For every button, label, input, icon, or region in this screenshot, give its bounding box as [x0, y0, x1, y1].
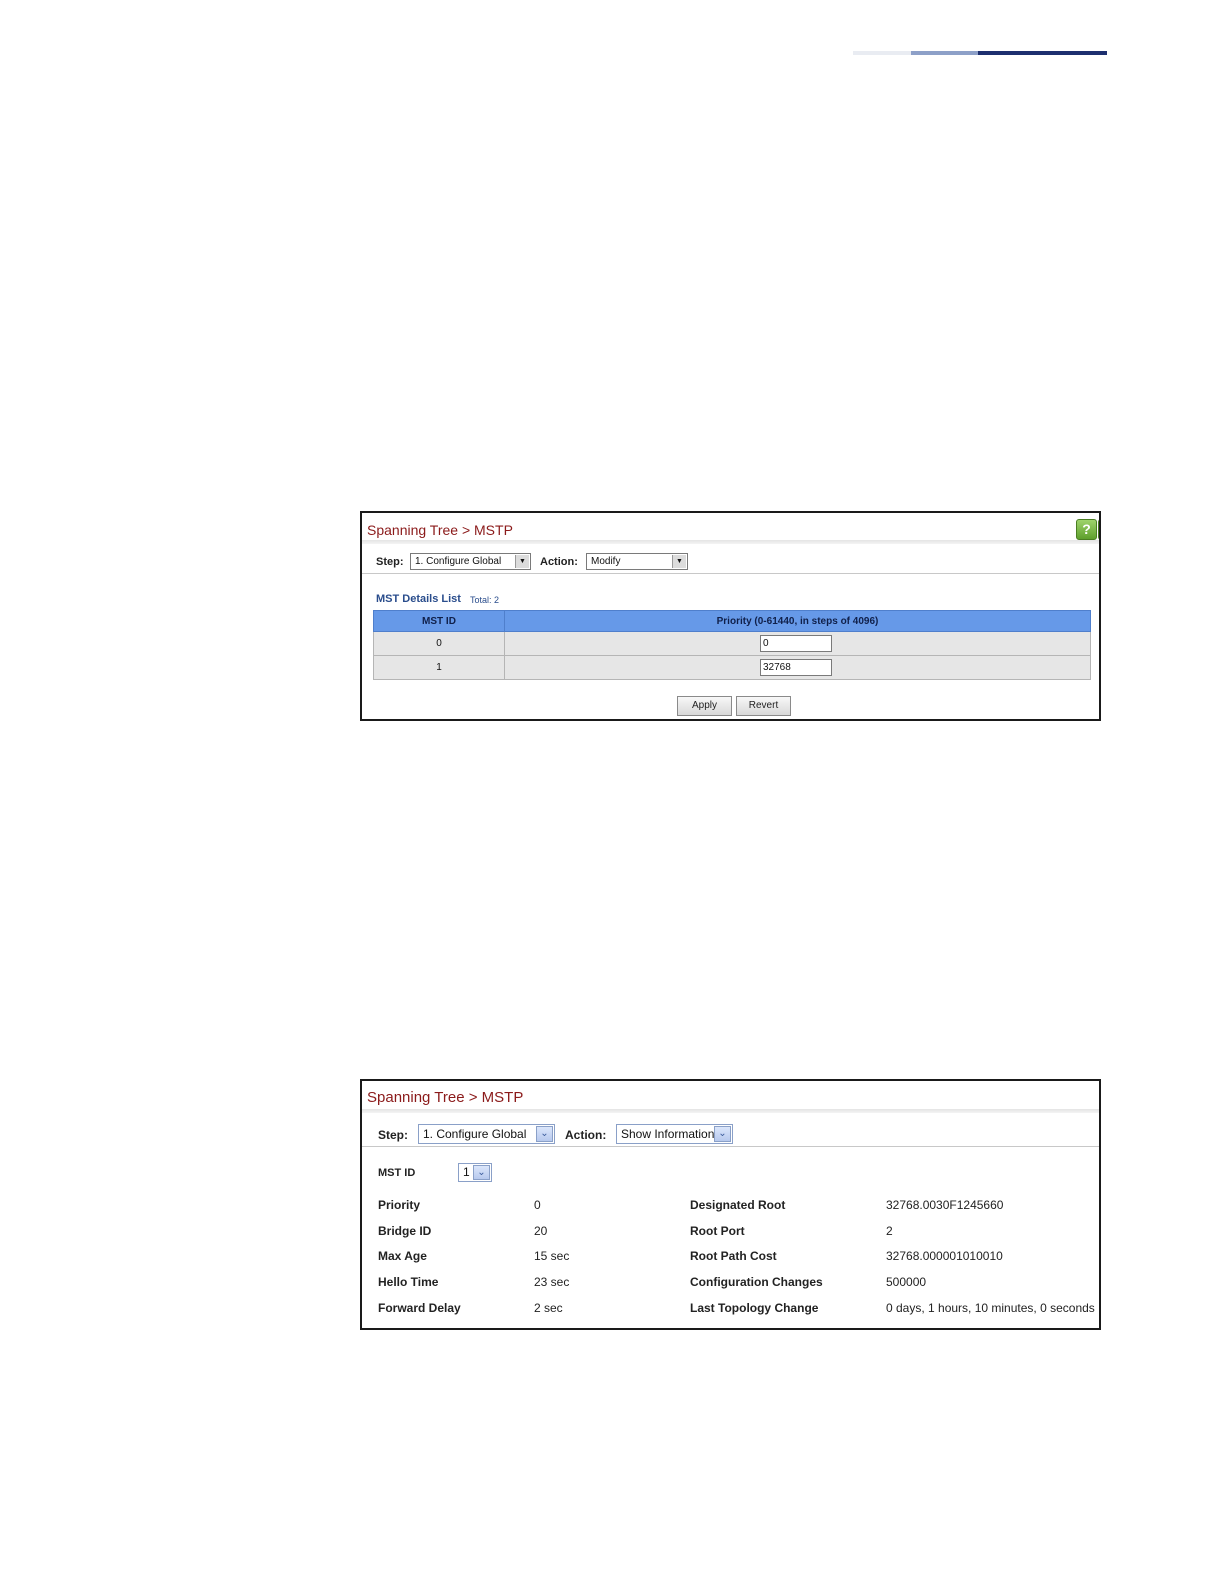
mst-id-label: MST ID	[378, 1167, 416, 1179]
chevron-down-icon: ⌄	[536, 1126, 553, 1142]
field-value: 2 sec	[534, 1301, 563, 1315]
priority-input[interactable]: 32768	[760, 659, 832, 676]
field-label: Bridge ID	[378, 1224, 432, 1238]
mstp-modify-panel: Spanning Tree > MSTP ? Step: 1. Configur…	[360, 511, 1101, 721]
priority-input[interactable]: 0	[760, 635, 832, 652]
field-label: Priority	[378, 1198, 421, 1212]
action-select[interactable]: Show Information ⌄	[616, 1124, 733, 1144]
action-label: Action:	[540, 556, 578, 568]
mst-id-select-value: 1	[463, 1165, 470, 1179]
field-value: 0	[534, 1198, 541, 1212]
field-value: 2	[886, 1224, 893, 1238]
mst-id-cell: 1	[373, 655, 505, 680]
field-label: Hello Time	[378, 1275, 439, 1289]
chevron-down-icon: ▼	[672, 555, 686, 568]
step-label: Step:	[376, 556, 404, 568]
page-title: Spanning Tree > MSTP	[367, 522, 513, 538]
field-label: Forward Delay	[378, 1301, 461, 1315]
field-value: 0 days, 1 hours, 10 minutes, 0 seconds	[886, 1301, 1095, 1315]
table-row: 1 32768	[373, 655, 1091, 680]
column-header-priority: Priority (0-61440, in steps of 4096)	[504, 610, 1091, 632]
step-select-value: 1. Configure Global	[415, 556, 502, 567]
field-value: 32768.0030F1245660	[886, 1198, 1004, 1212]
mstp-show-panel: Spanning Tree > MSTP Step: 1. Configure …	[360, 1079, 1101, 1330]
table-row: 0 0	[373, 631, 1091, 656]
apply-button[interactable]: Apply	[677, 696, 732, 716]
field-label: Configuration Changes	[690, 1275, 823, 1289]
step-select-value: 1. Configure Global	[423, 1127, 527, 1141]
list-total: Total: 2	[470, 595, 500, 605]
toolbar-separator	[362, 1146, 1099, 1147]
action-select[interactable]: Modify ▼	[586, 553, 688, 570]
mst-id-select[interactable]: 1 ⌄	[458, 1163, 492, 1182]
field-label: Root Path Cost	[690, 1249, 777, 1263]
field-label: Last Topology Change	[690, 1301, 819, 1315]
list-title: MST Details List	[376, 593, 461, 605]
chevron-down-icon: ⌄	[714, 1126, 731, 1142]
column-header-mst-id: MST ID	[373, 610, 505, 632]
action-select-value: Show Information	[621, 1127, 715, 1141]
step-select[interactable]: 1. Configure Global ⌄	[418, 1124, 555, 1144]
action-label: Action:	[565, 1128, 607, 1142]
action-select-value: Modify	[591, 556, 621, 567]
title-separator	[362, 1109, 1099, 1113]
header-rule-light	[853, 51, 911, 55]
field-value: 15 sec	[534, 1249, 570, 1263]
field-value: 20	[534, 1224, 548, 1238]
field-label: Root Port	[690, 1224, 745, 1238]
field-label: Designated Root	[690, 1198, 786, 1212]
title-separator	[362, 540, 1099, 544]
header-rule-dark	[978, 51, 1107, 55]
step-label: Step:	[378, 1128, 408, 1142]
field-value: 32768.000001010010	[886, 1249, 1003, 1263]
revert-button[interactable]: Revert	[736, 696, 791, 716]
field-value: 500000	[886, 1275, 927, 1289]
chevron-down-icon: ▼	[515, 555, 529, 568]
help-icon[interactable]: ?	[1076, 519, 1097, 540]
extra-icon[interactable]	[1098, 519, 1099, 540]
chevron-down-icon: ⌄	[473, 1165, 490, 1180]
page-title: Spanning Tree > MSTP	[367, 1089, 524, 1106]
mst-id-cell: 0	[373, 631, 505, 656]
priority-cell: 0	[504, 631, 1091, 656]
field-label: Max Age	[378, 1249, 427, 1263]
mst-details-table: MST ID Priority (0-61440, in steps of 40…	[373, 610, 1091, 680]
step-select[interactable]: 1. Configure Global ▼	[410, 553, 531, 570]
priority-cell: 32768	[504, 655, 1091, 680]
header-rule-mid	[911, 51, 978, 55]
toolbar-separator	[362, 573, 1099, 574]
field-value: 23 sec	[534, 1275, 570, 1289]
